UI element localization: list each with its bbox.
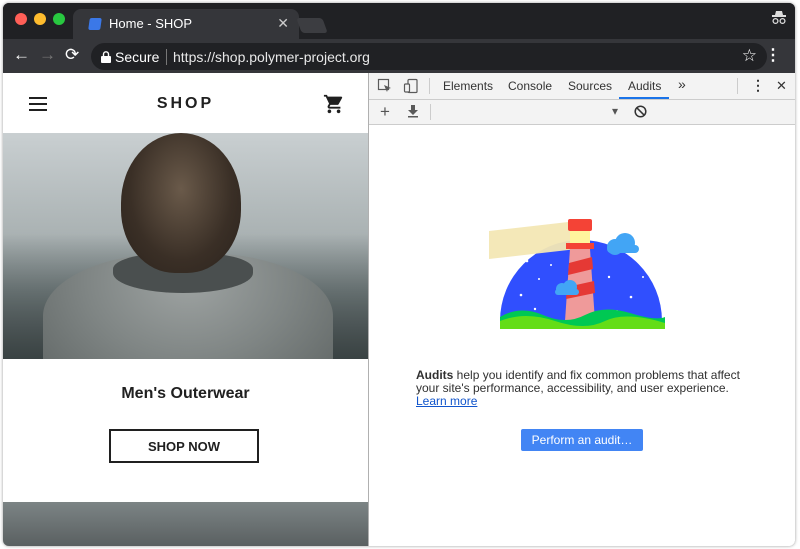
tab-close-icon[interactable]: ✕ [277,15,289,32]
minimize-window-button[interactable] [34,13,46,25]
secure-label: Secure [115,49,160,65]
back-button[interactable]: ← [13,45,30,65]
audits-start-view: Audits help you identify and fix common … [369,125,795,546]
tab-sources[interactable]: Sources [568,79,612,93]
url-divider [166,49,167,65]
audits-toolbar: + ▾ [369,100,795,125]
url-text[interactable]: https://shop.polymer-project.org [173,49,370,65]
bookmark-star-icon[interactable]: ☆ [742,46,757,66]
second-hero-image[interactable] [3,502,368,546]
clear-icon[interactable] [634,105,647,123]
perform-audit-button[interactable]: Perform an audit… [521,429,643,451]
devtools-panel: Elements Console Sources Audits » ⋮ ✕ + … [369,73,795,546]
toolbar-separator-2 [737,78,738,94]
lock-icon [101,50,111,68]
devtools-close-icon[interactable]: ✕ [776,78,787,94]
new-tab-button[interactable] [296,18,328,33]
close-window-button[interactable] [15,13,27,25]
reload-button[interactable]: ⟳ [65,45,79,65]
shopping-cart-icon[interactable] [323,93,345,120]
tab-elements[interactable]: Elements [443,79,493,93]
learn-more-link[interactable]: Learn more [416,394,477,408]
audits-description: Audits help you identify and fix common … [416,369,756,408]
tab-strip: Home - SHOP ✕ [3,3,795,39]
more-tabs-icon[interactable]: » [678,76,686,92]
devtools-menu-icon[interactable]: ⋮ [751,77,765,94]
hero-head [121,133,241,273]
incognito-icon [771,11,787,30]
shop-page: SHOP Men's Outerwear SHOP NOW [3,73,368,546]
browser-menu-icon[interactable]: ⋮ [765,47,781,65]
audits-description-bold: Audits [416,368,454,382]
download-report-icon[interactable] [406,104,420,123]
favicon-icon [88,18,102,30]
audits-description-text: help you identify and fix common problem… [416,368,740,395]
address-bar[interactable]: Secure https://shop.polymer-project.org … [91,43,767,70]
device-toolbar-icon[interactable] [403,78,419,99]
active-tab-indicator [619,97,669,99]
tab-title: Home - SHOP [109,16,193,31]
add-audit-icon[interactable]: + [380,102,390,122]
toolbar-separator [429,78,430,94]
shop-logo[interactable]: SHOP [3,95,368,113]
report-dropdown-icon[interactable]: ▾ [612,104,618,118]
toolbar-separator-3 [430,104,431,120]
category-title: Men's Outerwear [121,385,250,402]
devtools-tab-bar: Elements Console Sources Audits » ⋮ ✕ [369,73,795,100]
tab-console[interactable]: Console [508,79,552,93]
tab-home-shop[interactable]: Home - SHOP ✕ [73,9,299,39]
tab-audits[interactable]: Audits [628,79,661,93]
hero-image[interactable] [3,133,368,359]
maximize-window-button[interactable] [53,13,65,25]
browser-toolbar: ← → ⟳ Secure https://shop.polymer-projec… [3,39,795,73]
browser-window: Home - SHOP ✕ ← → ⟳ Secure https://shop.… [3,3,795,546]
shop-now-button[interactable]: SHOP NOW [109,429,259,463]
inspect-element-icon[interactable] [377,78,393,99]
lighthouse-logo-icon [485,217,665,334]
forward-button[interactable]: → [39,45,56,65]
